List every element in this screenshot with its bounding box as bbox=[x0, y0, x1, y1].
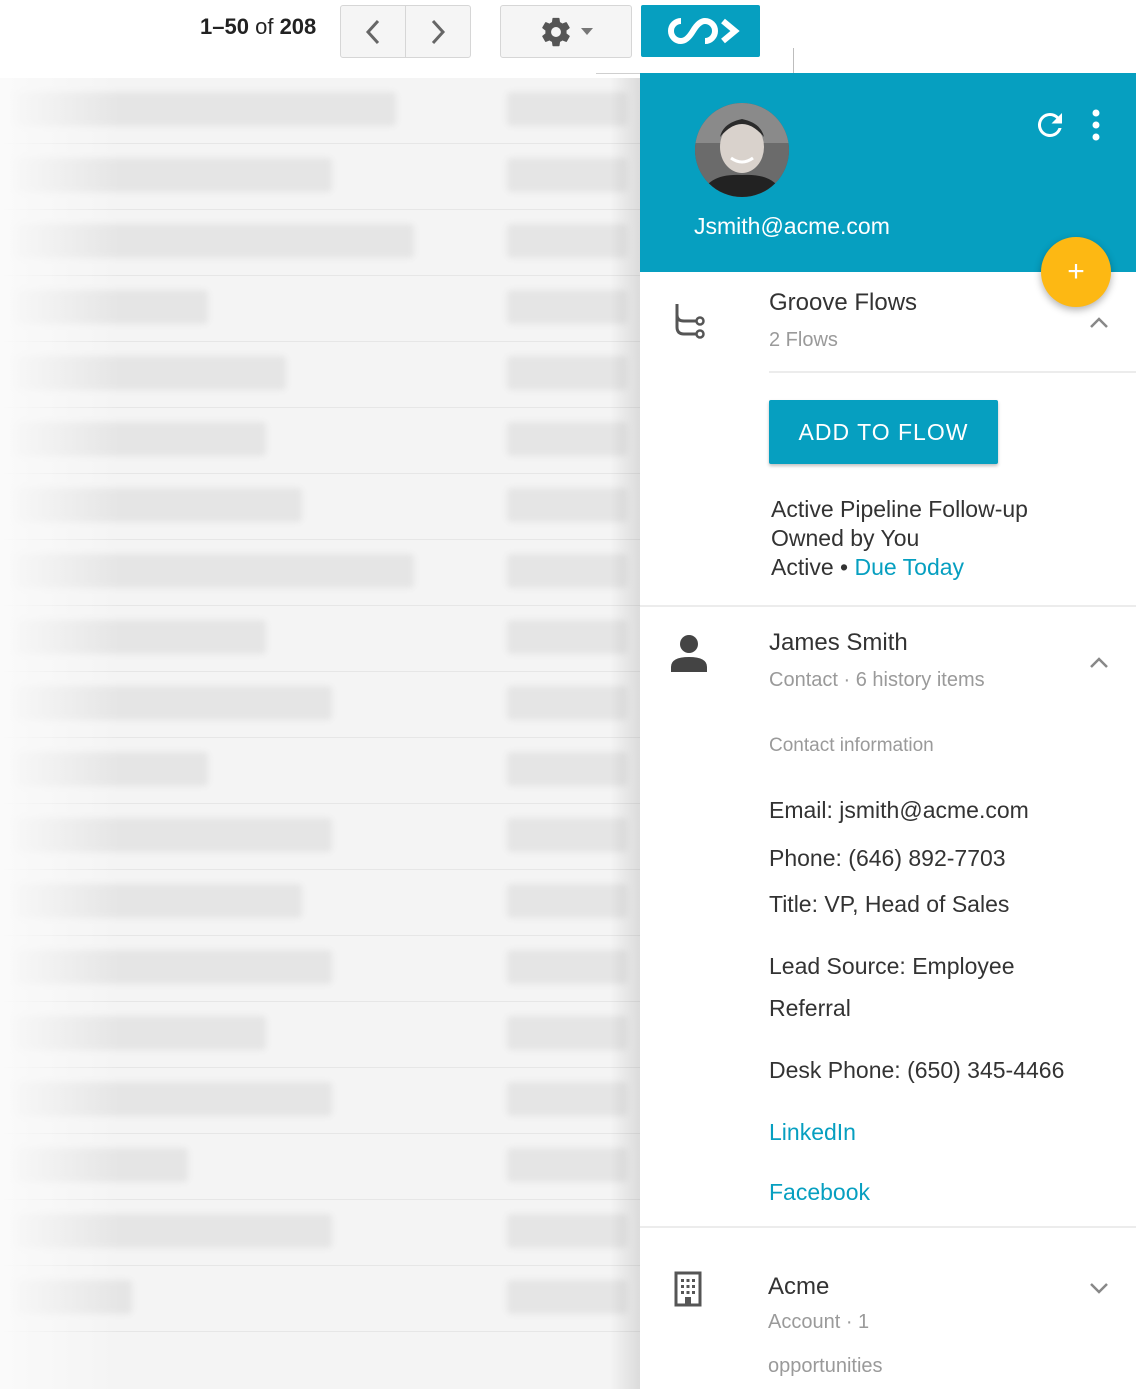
divider bbox=[640, 605, 1136, 607]
groove-logo-icon bbox=[667, 17, 740, 45]
flow-name[interactable]: Active Pipeline Follow-up bbox=[771, 495, 1028, 524]
flow-owner: Owned by You bbox=[771, 525, 920, 551]
contact-lead-source: Lead Source: Employee bbox=[769, 953, 1015, 979]
caret-down-icon bbox=[581, 27, 593, 35]
chevron-right-icon bbox=[431, 19, 446, 44]
divider bbox=[769, 371, 1136, 373]
flows-subtitle: 2 Flows bbox=[769, 329, 838, 351]
user-photo-icon bbox=[695, 103, 789, 197]
flow-due: Due Today bbox=[854, 554, 965, 580]
account-subtitle: Account · 1 bbox=[768, 1311, 870, 1333]
person-icon bbox=[671, 635, 707, 672]
pager-range: 1–50 bbox=[200, 14, 249, 39]
contact-desk-phone: Desk Phone: (650) 345-4466 bbox=[769, 1057, 1065, 1083]
chevron-up-icon[interactable] bbox=[1088, 316, 1110, 330]
prev-page-button[interactable] bbox=[341, 6, 405, 57]
groove-side-panel: Jsmith@acme.com + Groove Flows 2 Flows A… bbox=[640, 73, 1136, 1389]
plus-icon: + bbox=[1067, 255, 1085, 288]
pager-total: 208 bbox=[279, 14, 317, 39]
account-name: Acme bbox=[768, 1273, 830, 1300]
more-vert-icon[interactable] bbox=[1086, 107, 1106, 143]
chevron-up-icon[interactable] bbox=[1088, 656, 1110, 670]
top-toolbar: 1–50 of 208 bbox=[0, 0, 1136, 74]
contact-phone: Phone: (646) 892-7703 bbox=[769, 845, 1006, 871]
chevron-left-icon bbox=[365, 19, 380, 44]
next-page-button[interactable] bbox=[405, 6, 470, 57]
inbox-list-blurred bbox=[0, 78, 640, 1389]
contact-title: Title: VP, Head of Sales bbox=[769, 891, 1010, 917]
divider bbox=[640, 1226, 1136, 1228]
flow-details: Active Pipeline Follow-up Owned by You A… bbox=[771, 495, 1028, 582]
fade-overlay bbox=[0, 78, 120, 1389]
panel-shadow bbox=[610, 78, 640, 1389]
flows-title: Groove Flows bbox=[769, 289, 918, 316]
groove-toggle-button[interactable] bbox=[641, 5, 760, 57]
linkedin-link[interactable]: LinkedIn bbox=[769, 1119, 856, 1146]
contact-info-label: Contact information bbox=[769, 735, 934, 756]
refresh-icon[interactable] bbox=[1032, 107, 1068, 143]
flow-status-line: Active • Due Today bbox=[771, 554, 965, 580]
contact-lead-source-cont: Referral bbox=[769, 995, 851, 1021]
divider bbox=[596, 73, 640, 74]
flow-branch-icon bbox=[675, 304, 705, 339]
flow-status: Active bbox=[771, 554, 834, 580]
divider bbox=[793, 48, 794, 74]
gear-icon bbox=[542, 17, 570, 46]
pagination-buttons bbox=[340, 5, 471, 58]
account-subtitle-cont: opportunities bbox=[768, 1355, 883, 1377]
contact-name: James Smith bbox=[769, 629, 908, 656]
building-icon bbox=[674, 1271, 702, 1307]
add-to-flow-button[interactable]: ADD TO FLOW bbox=[769, 400, 998, 464]
avatar bbox=[695, 103, 789, 197]
contact-email: Email: jsmith@acme.com bbox=[769, 797, 1029, 823]
chevron-down-icon[interactable] bbox=[1088, 1281, 1110, 1295]
contact-subtitle: Contact · 6 history items bbox=[769, 669, 985, 691]
header-email: Jsmith@acme.com bbox=[694, 213, 890, 239]
pagination-label: 1–50 of 208 bbox=[200, 14, 316, 40]
pager-of: of bbox=[255, 14, 274, 39]
add-fab-button[interactable]: + bbox=[1041, 237, 1111, 307]
facebook-link[interactable]: Facebook bbox=[769, 1179, 870, 1206]
settings-button[interactable] bbox=[500, 5, 632, 58]
